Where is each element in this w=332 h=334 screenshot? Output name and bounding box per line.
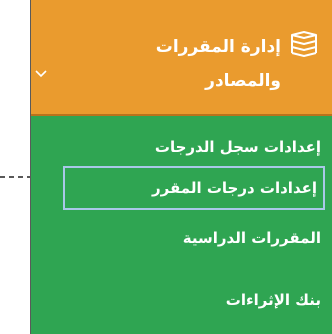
submenu-item-course-grades-settings[interactable]: إعدادات درجات المقرر bbox=[63, 166, 325, 210]
chevron-down-icon[interactable] bbox=[35, 70, 47, 78]
submenu-item-gradebook-settings[interactable]: إعدادات سجل الدرجات bbox=[51, 128, 321, 166]
sidebar-panel: إدارة المقررات والمصادر إعدادات سجل الدر… bbox=[30, 0, 332, 334]
sidebar-section-header[interactable]: إدارة المقررات والمصادر bbox=[31, 0, 332, 116]
submenu: إعدادات سجل الدرجات إعدادات درجات المقرر… bbox=[31, 116, 332, 334]
section-title: إدارة المقررات والمصادر bbox=[155, 37, 281, 91]
books-stack-icon bbox=[291, 31, 317, 57]
submenu-item-enrichment-bank[interactable]: بنك الإثراءات bbox=[51, 281, 321, 319]
submenu-item-courses[interactable]: المقررات الدراسية bbox=[51, 219, 321, 257]
